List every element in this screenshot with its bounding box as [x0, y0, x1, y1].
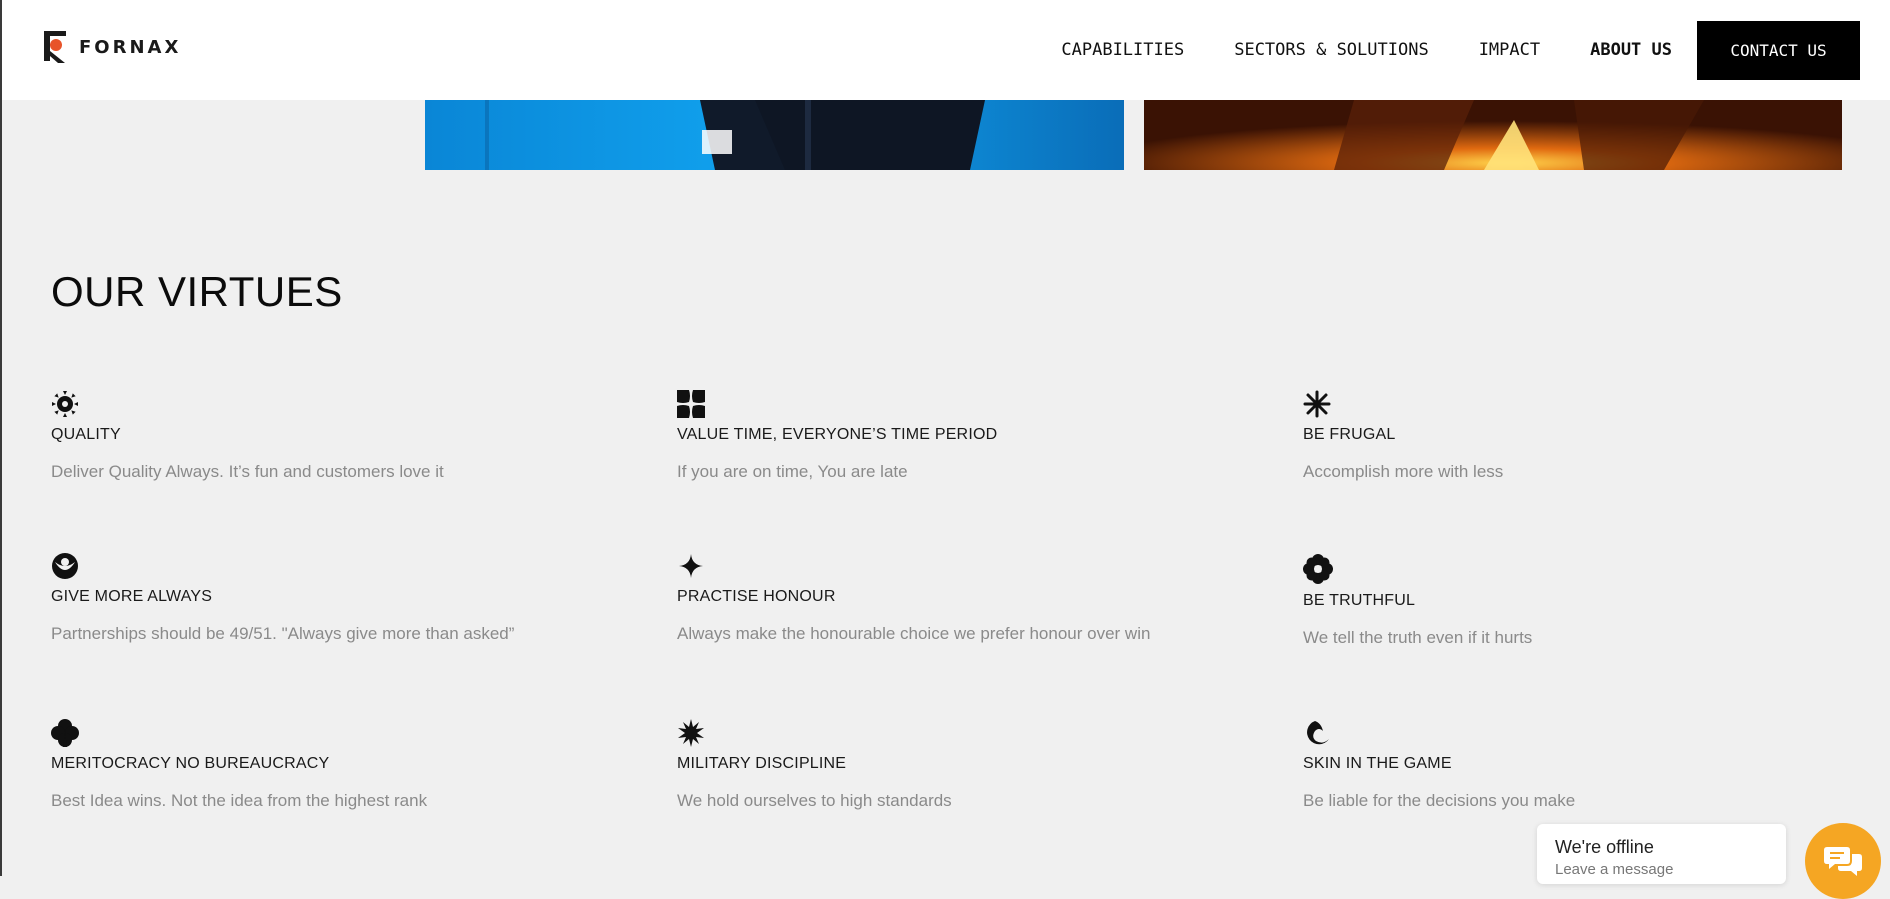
virtue-title: GIVE MORE ALWAYS	[51, 588, 213, 605]
chat-status-bubble[interactable]: We're offline Leave a message	[1537, 824, 1786, 884]
quad-petal-icon	[677, 384, 1277, 418]
photo-right	[1144, 100, 1842, 170]
virtue-be-truthful: BE TRUTHFUL We tell the truth even if it…	[1303, 546, 1890, 648]
contact-us-button[interactable]: CONTACT US	[1697, 20, 1860, 80]
sparkle-icon	[677, 546, 1277, 580]
virtue-title: MILITARY DISCIPLINE	[677, 755, 847, 772]
virtue-title: QUALITY	[51, 426, 121, 443]
virtue-title: VALUE TIME, EVERYONE’S TIME PERIOD	[677, 426, 998, 443]
logo[interactable]: FORNAX	[41, 29, 181, 65]
photo-left	[425, 100, 1124, 170]
virtue-be-frugal: BE FRUGAL Accomplish more with less	[1303, 384, 1890, 482]
virtue-skin-in-the-game: SKIN IN THE GAME Be liable for the decis…	[1303, 713, 1890, 811]
virtue-description: Be liable for the decisions you make	[1303, 791, 1576, 810]
sunburst-icon	[51, 384, 651, 418]
virtue-value-time: VALUE TIME, EVERYONE’S TIME PERIOD If yo…	[677, 384, 1277, 482]
virtue-title: PRACTISE HONOUR	[677, 588, 836, 605]
fornax-logo-icon	[44, 31, 66, 63]
virtue-title: BE TRUTHFUL	[1303, 592, 1416, 609]
virtue-practise-honour: PRACTISE HONOUR Always make the honourab…	[677, 546, 1277, 644]
chat-subtext: Leave a message	[1555, 861, 1674, 878]
virtue-description: We tell the truth even if it hurts	[1303, 628, 1533, 647]
nav-about-us[interactable]: ABOUT US	[1590, 40, 1672, 60]
virtue-description: Best Idea wins. Not the idea from the hi…	[51, 791, 428, 810]
virtue-title: MERITOCRACY NO BUREAUCRACY	[51, 755, 330, 772]
chat-status: We're offline	[1555, 837, 1654, 857]
virtue-description: Deliver Quality Always. It’s fun and cus…	[51, 462, 444, 481]
section-title: OUR VIRTUES	[51, 268, 343, 315]
nav-capabilities[interactable]: CAPABILITIES	[1061, 40, 1184, 60]
virtue-give-more-always: GIVE MORE ALWAYS Partnerships should be …	[51, 546, 651, 644]
main-nav: CAPABILITIES SECTORS & SOLUTIONS IMPACT …	[1011, 0, 1860, 100]
virtue-meritocracy: MERITOCRACY NO BUREAUCRACY Best Idea win…	[51, 713, 651, 811]
logo-text: FORNAX	[79, 36, 182, 58]
virtue-description: Partnerships should be 49/51. "Always gi…	[51, 624, 515, 643]
chat-icon	[1824, 847, 1862, 876]
virtue-title: BE FRUGAL	[1303, 426, 1396, 443]
clover-icon	[51, 713, 651, 747]
site-header: FORNAX CAPABILITIES SECTORS & SOLUTIONS …	[0, 0, 1890, 100]
starburst-icon	[677, 713, 1277, 747]
virtue-description: Accomplish more with less	[1303, 462, 1504, 481]
wave-icon	[1303, 713, 1890, 747]
asterisk-icon	[1303, 384, 1890, 418]
window-edge	[0, 0, 2, 876]
nav-sectors-solutions[interactable]: SECTORS & SOLUTIONS	[1234, 40, 1428, 60]
virtue-description: We hold ourselves to high standards	[677, 791, 952, 810]
chat-launcher-button[interactable]	[1805, 823, 1881, 899]
nav-impact[interactable]: IMPACT	[1479, 40, 1540, 60]
virtue-description: Always make the honourable choice we pre…	[677, 624, 1151, 643]
crescent-eye-icon	[51, 546, 651, 580]
virtue-quality: QUALITY Deliver Quality Always. It’s fun…	[51, 384, 651, 482]
flower-icon	[1303, 546, 1890, 584]
virtue-title: SKIN IN THE GAME	[1303, 755, 1452, 772]
virtue-military-discipline: MILITARY DISCIPLINE We hold ourselves to…	[677, 713, 1277, 811]
virtue-description: If you are on time, You are late	[677, 462, 908, 481]
